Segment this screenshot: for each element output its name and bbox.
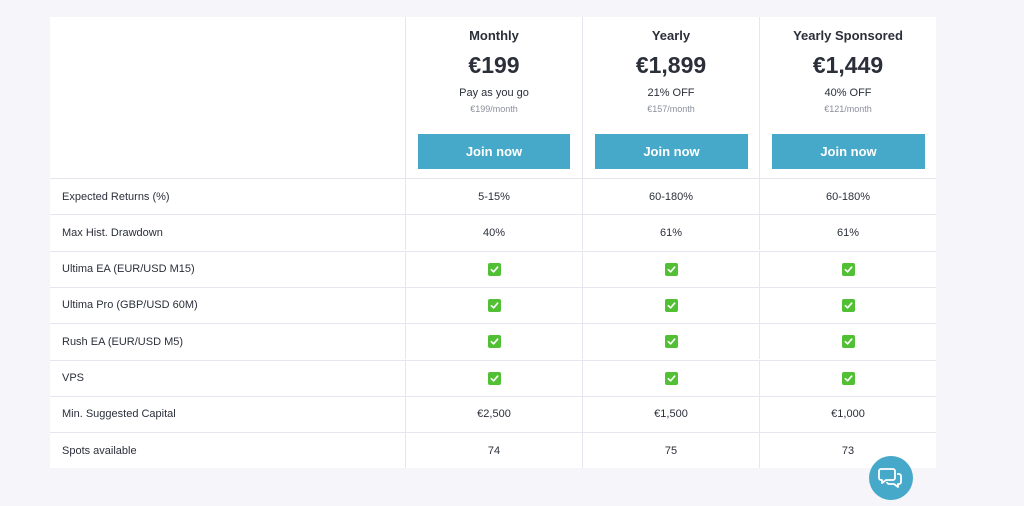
check-mark-icon — [841, 371, 855, 385]
row-label: VPS — [62, 372, 85, 384]
table-row: Min. Suggested Capital €2,500 €1,500 €1,000 — [50, 395, 936, 432]
join-yearly-button[interactable]: Join now — [595, 134, 748, 169]
plan-name: Yearly Sponsored — [793, 28, 903, 43]
table-cell: 61% — [759, 215, 936, 251]
table-cell-check — [582, 360, 759, 396]
check-mark-icon — [841, 335, 855, 349]
table-cell: €1,500 — [582, 396, 759, 432]
row-label: Ultima EA (EUR/USD M15) — [62, 263, 195, 276]
table-cell-check — [759, 251, 936, 287]
table-row: Spots available 74 75 73 — [50, 432, 936, 469]
check-mark-icon — [664, 298, 678, 312]
table-cell-check — [759, 360, 936, 396]
row-label: Min. Suggested Capital — [62, 408, 176, 421]
table-cell: 61% — [582, 215, 759, 251]
check-mark-icon — [664, 371, 678, 385]
join-monthly-button[interactable]: Join now — [418, 134, 570, 169]
table-cell-check — [405, 287, 582, 323]
table-cell-check — [759, 324, 936, 360]
plan-monthly: Monthly €199 Pay as you go €199/month Jo… — [405, 17, 582, 178]
table-cell: 74 — [405, 433, 582, 469]
row-label: Spots available — [62, 444, 137, 457]
plan-yearly: Yearly €1,899 21% OFF €157/month Join no… — [582, 17, 759, 178]
table-cell-check — [405, 324, 582, 360]
plan-subtitle: 40% OFF — [824, 87, 872, 99]
check-mark-icon — [841, 298, 855, 312]
table-cell-check — [759, 287, 936, 323]
table-cell: 40% — [405, 215, 582, 251]
table-cell-check — [582, 251, 759, 287]
plan-price: €1,899 — [635, 52, 707, 78]
pricing-header: Monthly €199 Pay as you go €199/month Jo… — [50, 17, 936, 178]
join-yearly-sponsored-button[interactable]: Join now — [772, 134, 925, 169]
check-mark-icon — [487, 335, 501, 349]
check-mark-icon — [664, 262, 678, 276]
row-label: Rush EA (EUR/USD M5) — [62, 335, 184, 348]
pricing-table: Monthly €199 Pay as you go €199/month Jo… — [50, 17, 936, 469]
row-label: Max Hist. Drawdown — [62, 226, 163, 239]
table-cell: 60-180% — [582, 179, 759, 214]
table-cell: €1,000 — [759, 396, 936, 432]
check-mark-icon — [487, 262, 501, 276]
plan-name: Monthly — [469, 28, 519, 43]
check-mark-icon — [487, 371, 501, 385]
table-row: Rush EA (EUR/USD M5) — [50, 323, 936, 360]
plan-per-month: €121/month — [824, 104, 872, 114]
plan-subtitle: Pay as you go — [459, 87, 529, 99]
check-mark-icon — [841, 262, 855, 276]
table-row: Ultima Pro (GBP/USD 60M) — [50, 286, 936, 323]
table-cell: 60-180% — [759, 179, 936, 214]
table-cell-check — [582, 324, 759, 360]
table-cell: 75 — [582, 433, 759, 469]
table-row: Max Hist. Drawdown 40% 61% 61% — [50, 214, 936, 251]
plan-per-month: €199/month — [470, 104, 518, 114]
row-label: Ultima Pro (GBP/USD 60M) — [62, 299, 198, 312]
table-row: VPS — [50, 359, 936, 396]
table-cell-check — [582, 287, 759, 323]
row-label: Expected Returns (%) — [62, 190, 170, 203]
plan-yearly-sponsored: Yearly Sponsored €1,449 40% OFF €121/mon… — [759, 17, 936, 178]
table-cell-check — [405, 360, 582, 396]
plan-price: €199 — [468, 52, 520, 78]
table-cell: €2,500 — [405, 396, 582, 432]
plan-subtitle: 21% OFF — [647, 87, 695, 99]
chat-button[interactable] — [869, 456, 913, 500]
chat-bubbles-icon — [878, 468, 902, 488]
table-row: Ultima EA (EUR/USD M15) — [50, 250, 936, 287]
table-cell-check — [405, 251, 582, 287]
check-mark-icon — [664, 335, 678, 349]
table-row: Expected Returns (%) 5-15% 60-180% 60-180% — [50, 178, 936, 214]
plan-price: €1,449 — [812, 52, 884, 78]
table-cell: 5-15% — [405, 179, 582, 214]
plan-name: Yearly — [651, 28, 691, 43]
table-cell: 73 — [759, 433, 936, 469]
check-mark-icon — [487, 298, 501, 312]
plan-per-month: €157/month — [647, 104, 695, 114]
